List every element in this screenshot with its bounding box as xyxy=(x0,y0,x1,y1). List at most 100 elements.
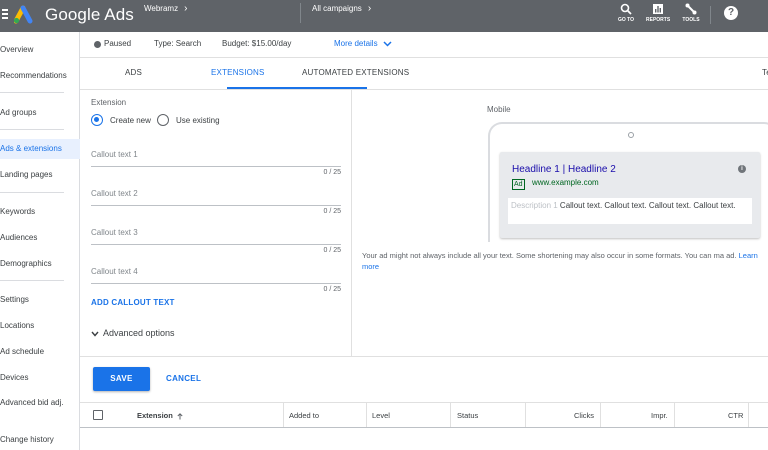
status-badge: Paused xyxy=(104,39,132,48)
google-ads-logo[interactable] xyxy=(14,4,38,24)
column-separator xyxy=(450,403,451,427)
input-underline xyxy=(91,283,341,284)
chevron-right-icon: › xyxy=(184,3,188,14)
select-all-checkbox[interactable] xyxy=(93,410,103,420)
campaign-name: All campaigns xyxy=(312,4,362,13)
phone-camera-icon xyxy=(628,132,634,138)
reports-label: REPORTS xyxy=(646,17,671,23)
extensions-table-body xyxy=(80,428,768,450)
column-header-added-to[interactable]: Added to xyxy=(289,411,319,420)
character-count: 0 / 25 xyxy=(323,208,341,215)
callout-text-4-input[interactable]: Callout text 4 xyxy=(91,267,138,276)
callout-text-1-input[interactable]: Callout text 1 xyxy=(91,150,138,159)
campaign-type: Type: Search xyxy=(154,39,202,48)
extension-section-label: Extension xyxy=(91,98,127,107)
column-header-impr[interactable]: Impr. xyxy=(651,411,668,420)
ad-preview-card: Headline 1 | Headline 2 i Ad www.example… xyxy=(500,152,760,238)
header-divider xyxy=(300,3,301,23)
ad-description-box: Description 1 Callout text. Callout text… xyxy=(508,198,752,224)
callout-text-4-field[interactable]: Callout text 4 0 / 25 xyxy=(91,267,341,293)
use-existing-radio[interactable] xyxy=(157,114,169,126)
callout-text-1-field[interactable]: Callout text 1 0 / 25 xyxy=(91,150,341,176)
advanced-options-toggle[interactable]: Advanced options xyxy=(91,328,175,338)
help-icon[interactable]: ? xyxy=(724,6,738,20)
more-details-link[interactable]: More details xyxy=(334,39,392,48)
preview-disclaimer: Your ad might not always include all you… xyxy=(362,250,768,272)
sidebar-item-keywords[interactable]: Keywords xyxy=(0,202,80,222)
menu-icon[interactable] xyxy=(2,9,8,21)
callout-text-2-field[interactable]: Callout text 2 0 / 25 xyxy=(91,189,341,215)
column-header-level[interactable]: Level xyxy=(372,411,390,420)
cancel-button[interactable]: CANCEL xyxy=(166,374,201,383)
chevron-down-icon xyxy=(383,41,392,47)
sidebar-item-audiences[interactable]: Audiences xyxy=(0,228,80,248)
paused-icon xyxy=(94,41,101,48)
column-separator xyxy=(600,403,601,427)
column-header-extension[interactable]: Extension xyxy=(137,411,183,420)
reports-button[interactable]: REPORTS xyxy=(646,3,670,23)
sidebar-item-ad-schedule[interactable]: Ad schedule xyxy=(0,342,80,362)
input-underline xyxy=(91,244,341,245)
create-new-radio[interactable] xyxy=(91,114,103,126)
sidebar-item-recommendations[interactable]: Recommendations xyxy=(0,66,80,86)
search-icon xyxy=(620,3,632,15)
column-separator xyxy=(525,403,526,427)
reports-icon xyxy=(653,4,663,14)
chevron-right-icon: › xyxy=(367,3,372,14)
sidebar-item-devices[interactable]: Devices xyxy=(0,368,80,388)
advanced-options-label: Advanced options xyxy=(103,328,175,338)
info-icon[interactable]: i xyxy=(738,165,746,173)
column-header-status[interactable]: Status xyxy=(457,411,478,420)
tab-extensions[interactable]: EXTENSIONS xyxy=(211,68,265,77)
extension-header-label: Extension xyxy=(137,411,173,420)
brand-name[interactable]: Google Ads xyxy=(45,5,134,25)
campaign-status-bar: Paused Type: Search Budget: $15.00/day M… xyxy=(80,32,768,58)
tab-ads[interactable]: ADS xyxy=(125,68,142,77)
add-callout-text-button[interactable]: ADD CALLOUT TEXT xyxy=(91,298,175,307)
callout-preview-text: Callout text. Callout text. Callout text… xyxy=(559,201,736,210)
tab-overflow[interactable]: Te xyxy=(762,68,768,77)
sidebar-item-demographics[interactable]: Demographics xyxy=(0,254,80,274)
save-button[interactable]: SAVE xyxy=(93,367,150,391)
ad-headline: Headline 1 | Headline 2 xyxy=(512,164,616,175)
tab-automated-extensions[interactable]: AUTOMATED EXTENSIONS xyxy=(302,68,409,77)
callout-text-3-input[interactable]: Callout text 3 xyxy=(91,228,138,237)
sidebar-item-change-history[interactable]: Change history xyxy=(0,430,80,450)
sidebar-item-landing-pages[interactable]: Landing pages xyxy=(0,165,80,185)
more-details-label: More details xyxy=(334,39,378,48)
preview-mode-label: Mobile xyxy=(487,105,511,114)
sidebar: Overview Recommendations Ad groups Ads &… xyxy=(0,32,80,450)
sidebar-item-locations[interactable]: Locations xyxy=(0,316,80,336)
sidebar-item-ad-groups[interactable]: Ad groups xyxy=(0,103,80,123)
goto-button[interactable]: GO TO xyxy=(614,3,638,23)
column-header-clicks[interactable]: Clicks xyxy=(574,411,594,420)
input-underline xyxy=(91,166,341,167)
sidebar-item-overview[interactable]: Overview xyxy=(0,40,80,60)
sidebar-item-settings[interactable]: Settings xyxy=(0,290,80,310)
use-existing-label[interactable]: Use existing xyxy=(176,116,220,125)
column-separator xyxy=(366,403,367,427)
extension-form: Extension Create new Use existing Callou… xyxy=(80,90,352,356)
create-new-label[interactable]: Create new xyxy=(110,116,151,125)
ad-description: Description 1 Callout text. Callout text… xyxy=(511,200,751,212)
callout-text-2-input[interactable]: Callout text 2 xyxy=(91,189,138,198)
campaign-selector[interactable]: All campaigns › xyxy=(312,3,371,14)
column-separator xyxy=(748,403,749,427)
sidebar-item-ads-extensions[interactable]: Ads & extensions xyxy=(0,139,80,159)
column-header-ctr[interactable]: CTR xyxy=(728,411,743,420)
sidebar-divider xyxy=(0,92,64,93)
account-selector[interactable]: Webramz › xyxy=(144,3,187,14)
input-underline xyxy=(91,205,341,206)
chevron-down-icon xyxy=(91,331,99,337)
character-count: 0 / 25 xyxy=(323,286,341,293)
character-count: 0 / 25 xyxy=(323,169,341,176)
campaign-budget: Budget: $15.00/day xyxy=(222,39,292,48)
ad-display-url: www.example.com xyxy=(532,178,599,187)
sidebar-item-advanced-bid[interactable]: Advanced bid adj. xyxy=(0,393,80,413)
callout-text-3-field[interactable]: Callout text 3 0 / 25 xyxy=(91,228,341,254)
tools-button[interactable]: TOOLS xyxy=(679,3,703,23)
wrench-icon xyxy=(685,3,697,15)
tab-bar: ADS EXTENSIONS AUTOMATED EXTENSIONS Te xyxy=(80,58,768,90)
top-bar: Google Ads Webramz › All campaigns › GO TO… xyxy=(0,0,768,32)
sidebar-divider xyxy=(0,192,64,193)
